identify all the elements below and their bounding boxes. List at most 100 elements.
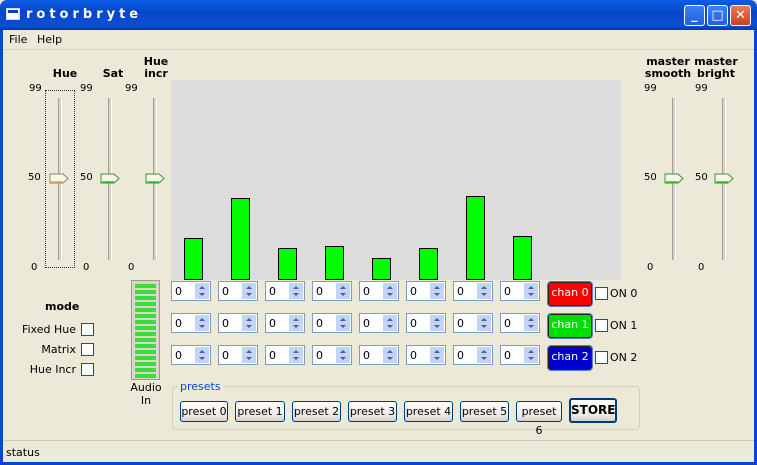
spinner-arrows[interactable] xyxy=(383,347,397,363)
chan0-value-spinner[interactable]: 0 xyxy=(218,281,258,301)
spinner-arrows[interactable] xyxy=(289,283,303,299)
chan0-value-spinner[interactable]: 0 xyxy=(406,281,446,301)
chan2-value-spinner[interactable]: 0 xyxy=(453,345,493,365)
chan1-value-spinner[interactable]: 0 xyxy=(171,313,211,333)
mode-fixed-hue-checkbox[interactable] xyxy=(81,323,94,336)
chan1-button[interactable]: chan 1 xyxy=(547,313,593,339)
up-down-arrows-icon xyxy=(340,350,346,360)
hue-incr-slider-label: Hue incr xyxy=(140,56,172,80)
preset-6-button[interactable]: preset 6 xyxy=(516,401,562,437)
maximize-button[interactable]: □ xyxy=(707,5,728,26)
chan2-value-spinner[interactable]: 0 xyxy=(406,345,446,365)
minimize-button[interactable]: _ xyxy=(684,5,705,26)
chan2-on-checkbox[interactable] xyxy=(595,351,608,364)
spinner-arrows[interactable] xyxy=(289,315,303,331)
spinner-arrows[interactable] xyxy=(242,283,256,299)
spinner-arrows[interactable] xyxy=(477,283,491,299)
chan2-value-spinner[interactable]: 0 xyxy=(500,345,540,365)
spinner-arrows[interactable] xyxy=(336,347,350,363)
up-down-arrows-icon xyxy=(434,318,440,328)
chan1-value-spinner[interactable]: 0 xyxy=(500,313,540,333)
hue-incr-slider-thumb[interactable] xyxy=(145,173,165,184)
audio-meter-segment xyxy=(135,326,156,330)
preset-4-button[interactable]: preset 4 xyxy=(404,401,453,422)
audio-meter-segment xyxy=(135,368,156,372)
master-bright-mid-label: 50 xyxy=(695,172,708,183)
spinner-arrows[interactable] xyxy=(242,315,256,331)
spinner-arrows[interactable] xyxy=(195,315,209,331)
spinner-arrows[interactable] xyxy=(383,315,397,331)
chan1-value-spinner[interactable]: 0 xyxy=(406,313,446,333)
spinner-arrows[interactable] xyxy=(524,347,538,363)
master-smooth-slider-thumb[interactable] xyxy=(664,173,684,184)
menu-file[interactable]: File xyxy=(9,33,27,46)
chan2-value-spinner[interactable]: 0 xyxy=(359,345,399,365)
menu-help[interactable]: Help xyxy=(37,33,62,46)
chan2-value-spinner[interactable]: 0 xyxy=(265,345,305,365)
spinner-arrows[interactable] xyxy=(430,347,444,363)
sat-slider-thumb[interactable] xyxy=(100,173,120,184)
chan0-value-spinner[interactable]: 0 xyxy=(359,281,399,301)
close-button[interactable]: ✕ xyxy=(730,5,751,26)
preset-3-button[interactable]: preset 3 xyxy=(348,401,397,422)
spinner-value: 0 xyxy=(410,317,417,330)
master-bright-slider-thumb[interactable] xyxy=(714,173,734,184)
chan1-value-spinner[interactable]: 0 xyxy=(265,313,305,333)
chan2-value-spinner[interactable]: 0 xyxy=(218,345,258,365)
chan0-on-checkbox[interactable] xyxy=(595,287,608,300)
spinner-arrows[interactable] xyxy=(289,347,303,363)
chart-bar-2 xyxy=(231,198,250,280)
chan0-value-spinner[interactable]: 0 xyxy=(453,281,493,301)
chan2-value-spinner[interactable]: 0 xyxy=(171,345,211,365)
up-down-arrows-icon xyxy=(387,318,393,328)
spinner-arrows[interactable] xyxy=(524,283,538,299)
spinner-arrows[interactable] xyxy=(195,347,209,363)
master-bright-max-label: 99 xyxy=(695,83,708,94)
spinner-arrows[interactable] xyxy=(242,347,256,363)
chan2-button[interactable]: chan 2 xyxy=(547,345,593,371)
audio-meter-segment xyxy=(135,374,156,378)
chan1-value-spinner[interactable]: 0 xyxy=(218,313,258,333)
up-down-arrows-icon xyxy=(340,286,346,296)
preset-0-button[interactable]: preset 0 xyxy=(180,401,228,422)
master-smooth-max-label: 99 xyxy=(644,83,657,94)
chan0-button[interactable]: chan 0 xyxy=(547,281,593,307)
spinner-arrows[interactable] xyxy=(430,315,444,331)
chan1-value-spinner[interactable]: 0 xyxy=(453,313,493,333)
chan2-value-spinner[interactable]: 0 xyxy=(312,345,352,365)
chan1-value-spinner[interactable]: 0 xyxy=(312,313,352,333)
spinner-arrows[interactable] xyxy=(195,283,209,299)
spinner-arrows[interactable] xyxy=(383,283,397,299)
spinner-value: 0 xyxy=(363,349,370,362)
chan0-value-spinner[interactable]: 0 xyxy=(171,281,211,301)
spinner-arrows[interactable] xyxy=(524,315,538,331)
spinner-arrows[interactable] xyxy=(477,347,491,363)
audio-meter-segment xyxy=(135,308,156,312)
preset-2-button[interactable]: preset 2 xyxy=(292,401,341,422)
preset-1-button[interactable]: preset 1 xyxy=(235,401,285,422)
chan0-value-spinner[interactable]: 0 xyxy=(500,281,540,301)
chart-bar-3 xyxy=(278,248,297,280)
spinner-value: 0 xyxy=(504,285,511,298)
store-button[interactable]: STORE xyxy=(569,398,617,423)
up-down-arrows-icon xyxy=(199,318,205,328)
preset-5-button[interactable]: preset 5 xyxy=(460,401,509,422)
master-smooth-min-label: 0 xyxy=(647,262,654,273)
chan1-value-spinner[interactable]: 0 xyxy=(359,313,399,333)
hue-slider-thumb[interactable] xyxy=(49,173,69,184)
up-down-arrows-icon xyxy=(434,286,440,296)
spinner-arrows[interactable] xyxy=(477,315,491,331)
chan0-value-spinner[interactable]: 0 xyxy=(312,281,352,301)
spinner-arrows[interactable] xyxy=(336,283,350,299)
mode-title: mode xyxy=(45,300,80,313)
up-down-arrows-icon xyxy=(387,350,393,360)
chart-bar-7 xyxy=(466,196,485,280)
spinner-arrows[interactable] xyxy=(430,283,444,299)
chart-bar-6 xyxy=(419,248,438,280)
chart-bar-1 xyxy=(184,238,203,280)
mode-hue-incr-checkbox[interactable] xyxy=(81,363,94,376)
mode-matrix-checkbox[interactable] xyxy=(81,343,94,356)
spinner-arrows[interactable] xyxy=(336,315,350,331)
chan0-value-spinner[interactable]: 0 xyxy=(265,281,305,301)
chan1-on-checkbox[interactable] xyxy=(595,319,608,332)
